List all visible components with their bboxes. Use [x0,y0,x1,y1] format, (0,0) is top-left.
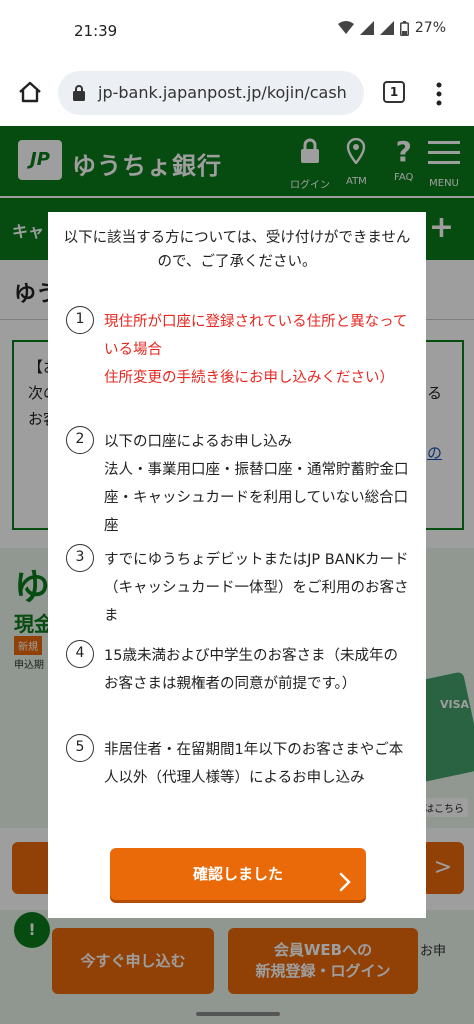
item-number: 4 [66,640,94,668]
status-time: 21:39 [74,22,118,40]
battery-percent: 27% [414,20,446,36]
item-line: 法人・事業用口座・振替口座・通常貯蓄貯金口座・キャッシュカードを利用していない総… [104,462,409,534]
item-line: すでにゆうちょデビットまたはJP BANKカード（キャッシュカード一体型）をご利… [104,552,409,624]
item-line: 以下の口座によるお申し込み [104,434,293,450]
lock-icon [72,84,86,106]
battery-icon [399,20,409,36]
wifi-icon [337,21,354,35]
status-icons: 27% [337,20,446,36]
url-text: jp-bank.japanpost.jp/kojin/cash [98,83,347,102]
signal-icon [359,21,374,35]
confirm-button-label: 確認しました [192,865,283,883]
overflow-menu-icon[interactable] [432,80,446,108]
home-icon[interactable] [16,78,44,106]
item-text: すでにゆうちょデビットまたはJP BANKカード（キャッシュカード一体型）をご利… [104,546,410,630]
item-number: 5 [66,734,94,762]
browser-toolbar: jp-bank.japanpost.jp/kojin/cash 1 [0,60,474,126]
item-number: 3 [66,544,94,572]
item-text: 非居住者・在留期間1年以下のお客さまやご本人以外（代理人様等）によるお申し込み [104,736,410,792]
chevron-right-icon [338,862,352,892]
modal-intro-text: 以下に該当する方については、受け付けができませんので、ご了承ください。 [63,230,411,270]
gesture-navigation-bar[interactable] [196,1012,280,1016]
item-number: 2 [66,426,94,454]
item-line: 非居住者・在留期間1年以下のお客さまやご本人以外（代理人様等）によるお申し込み [104,742,404,786]
item-number: 1 [66,306,94,334]
item-line: 15歳未満および中学生のお客さま（未成年のお客さまは親権者の同意が前提です。） [104,648,398,692]
address-bar[interactable]: jp-bank.japanpost.jp/kojin/cash [58,71,364,115]
item-text: 以下の口座によるお申し込み 法人・事業用口座・振替口座・通常貯蓄貯金口座・キャッ… [104,428,410,540]
item-line: 現住所が口座に登録されている住所と異なっている場合 [104,314,408,358]
tab-switcher-button[interactable]: 1 [383,81,405,103]
item-line: 住所変更の手続き後にお申し込みください） [104,370,394,386]
signal-icon-2 [379,21,394,35]
item-text: 現住所が口座に登録されている住所と異なっている場合 住所変更の手続き後にお申し込… [104,308,410,392]
restrictions-modal: 以下に該当する方については、受け付けができませんので、ご了承ください。 1 現住… [48,212,426,918]
status-bar: 21:39 27% [0,0,474,60]
confirm-button[interactable]: 確認しました [110,848,366,900]
item-text: 15歳未満および中学生のお客さま（未成年のお客さまは親権者の同意が前提です。） [104,642,410,698]
